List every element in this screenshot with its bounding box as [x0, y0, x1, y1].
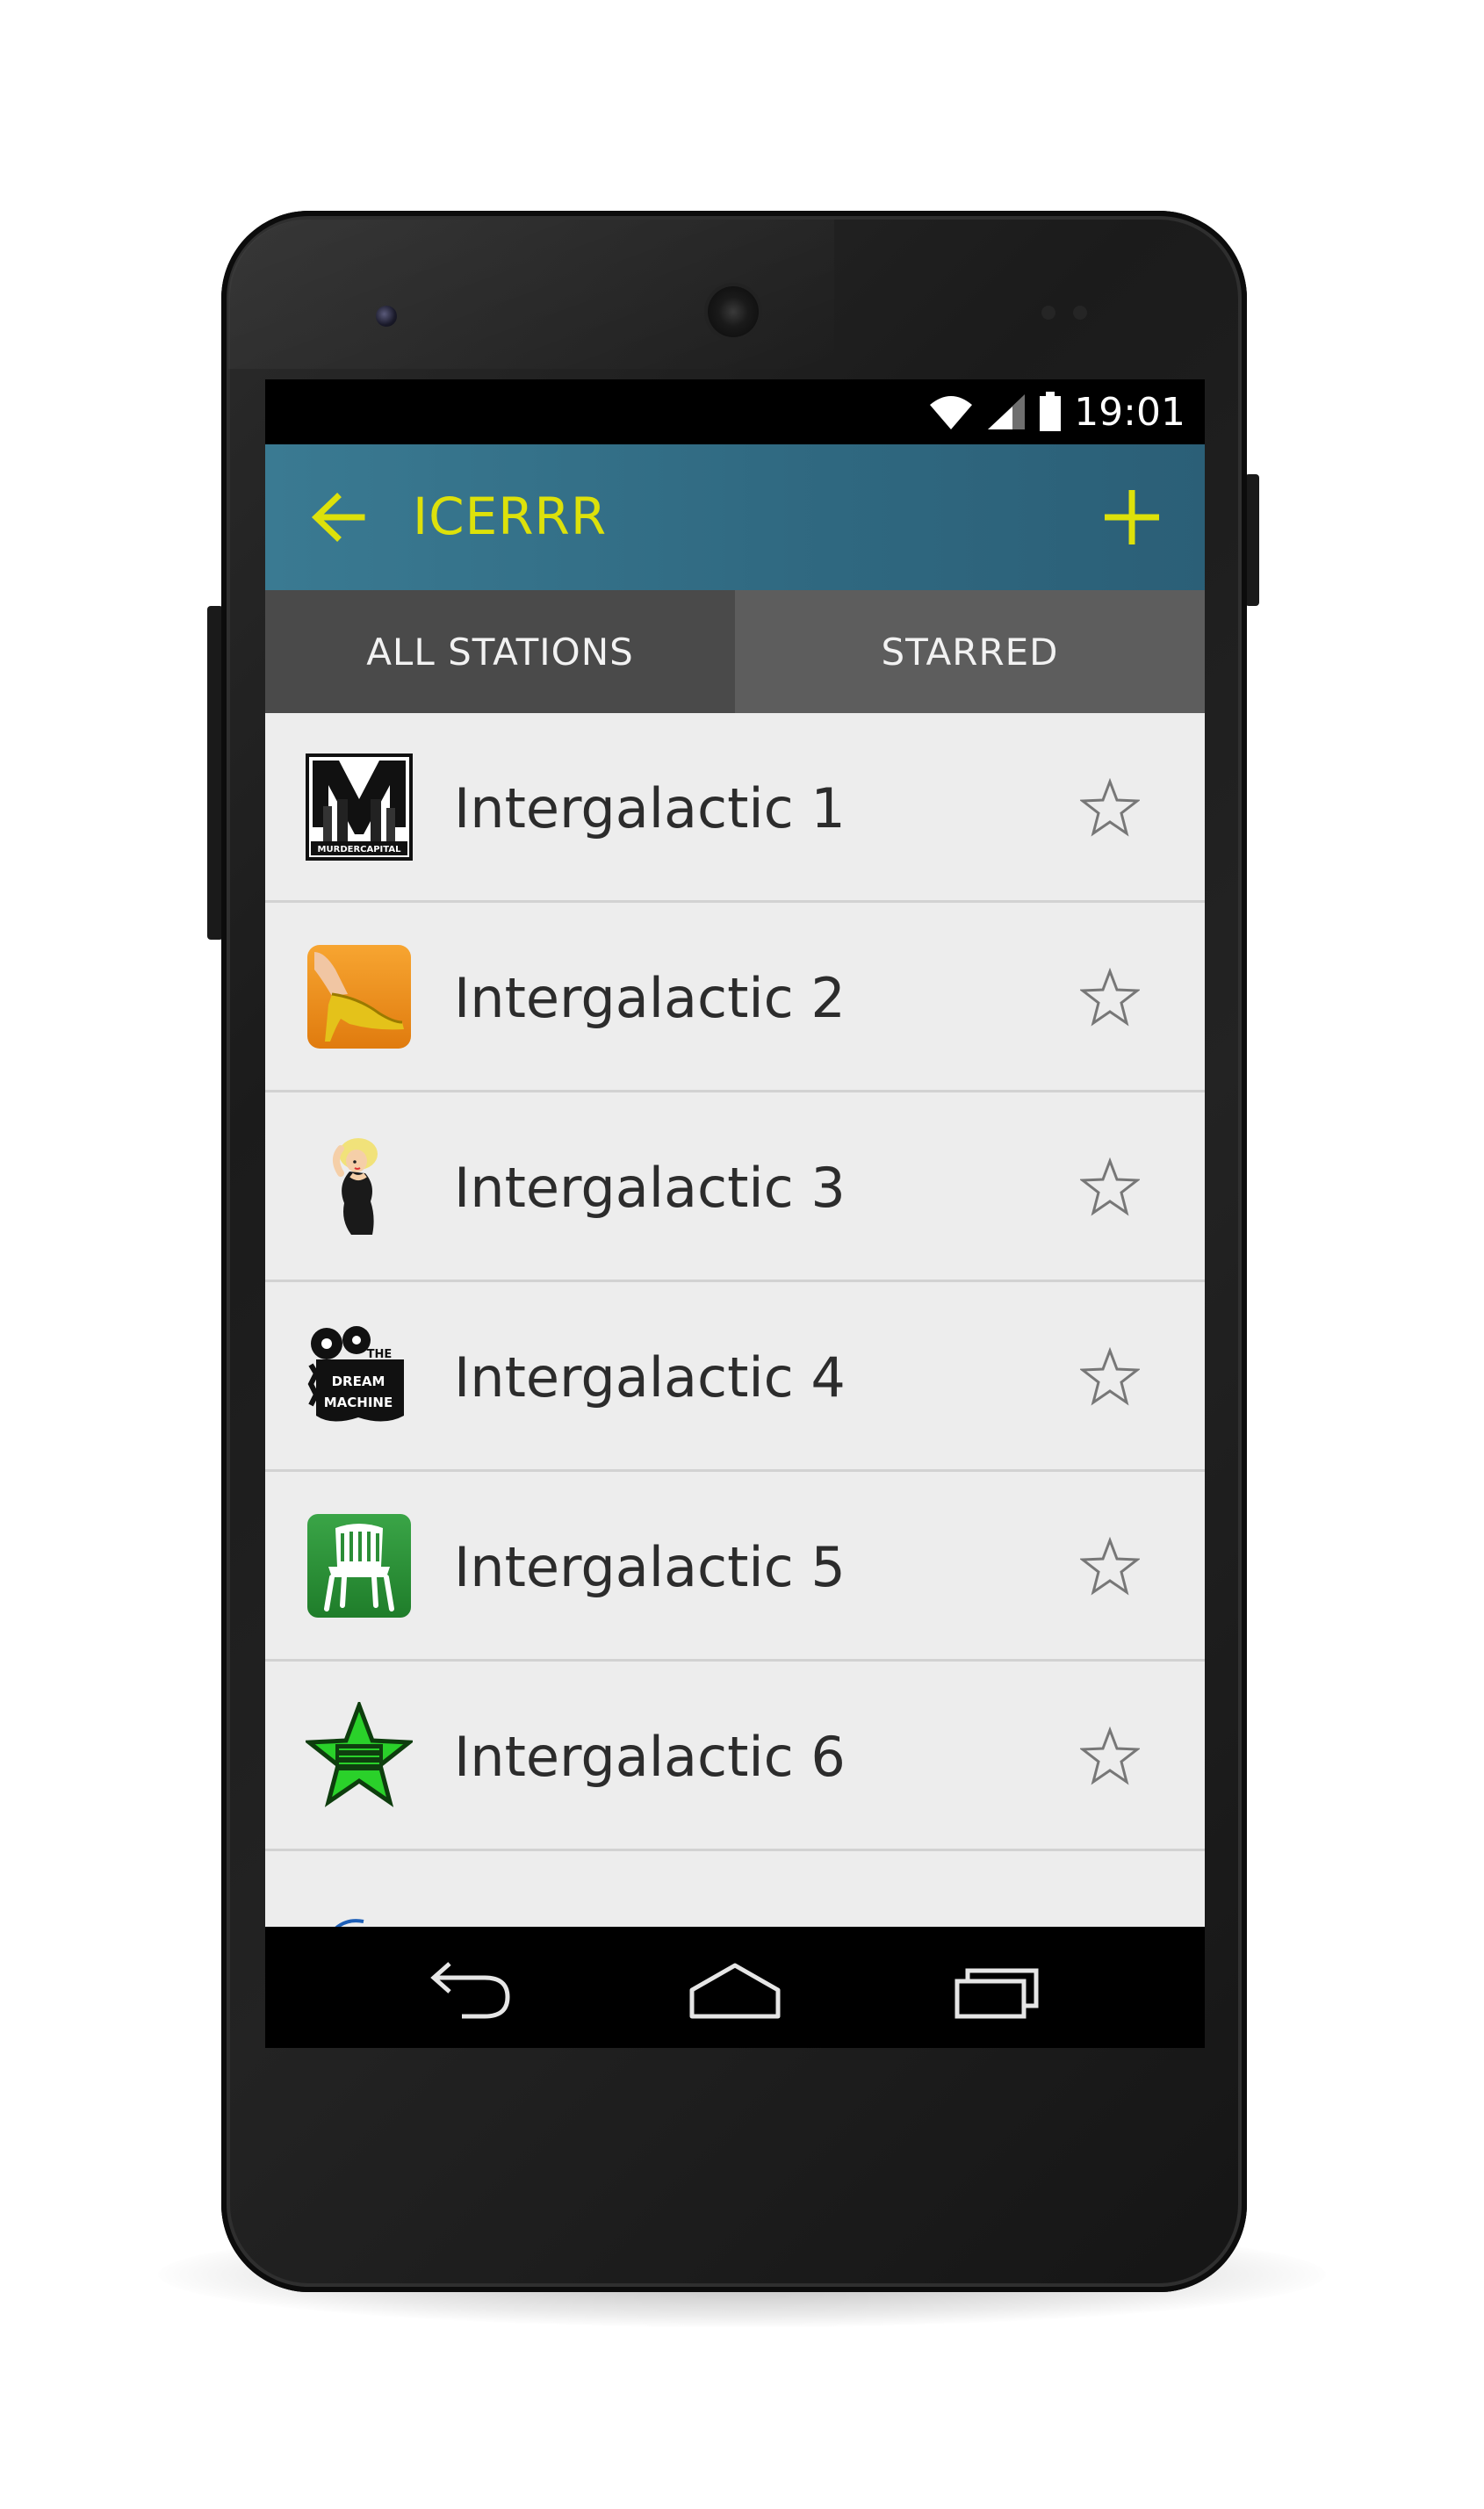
back-arrow-icon[interactable]: [309, 488, 367, 546]
battery-icon: [1040, 392, 1062, 431]
station-name: Intergalactic 6: [454, 1725, 846, 1789]
station-row[interactable]: Intergalactic 5: [265, 1472, 1205, 1662]
svg-text:THE: THE: [367, 1348, 393, 1361]
front-camera-icon: [376, 306, 397, 327]
green-star-radio-icon: [306, 1702, 413, 1807]
phone-screen: 19:01 ICERRR ALL STATIONS STARRED MURDER…: [265, 379, 1205, 2048]
wifi-icon: [930, 396, 973, 429]
station-row[interactable]: THE DREAM MACHINE Intergalactic 4: [265, 1282, 1205, 1472]
star-outline-icon[interactable]: [1080, 1157, 1140, 1217]
station-name: Intergalactic 1: [454, 776, 846, 840]
station-name: Intergalactic 3: [454, 1156, 846, 1220]
station-row[interactable]: Intergalactic 3: [265, 1092, 1205, 1282]
station-row-partial[interactable]: [265, 1851, 1205, 1927]
tab-all-stations[interactable]: ALL STATIONS: [265, 590, 735, 713]
tab-bar: ALL STATIONS STARRED: [265, 590, 1205, 713]
proximity-sensor: [1041, 306, 1055, 320]
app-title: ICERRR: [413, 487, 608, 546]
plastic-chair-icon: [307, 1514, 411, 1618]
station-list: MURDERCAPITAL Intergalactic 1 Intergalac…: [265, 713, 1205, 1927]
high-heel-shoe-icon: [307, 945, 411, 1049]
station-row[interactable]: MURDERCAPITAL Intergalactic 1: [265, 713, 1205, 903]
nav-back-icon[interactable]: [423, 1953, 520, 2023]
signal-icon: [988, 394, 1026, 429]
power-button: [1245, 474, 1259, 606]
station-name: Intergalactic 2: [454, 966, 846, 1030]
nav-recents-icon[interactable]: [950, 1953, 1047, 2023]
star-outline-icon[interactable]: [1080, 778, 1140, 838]
star-outline-icon[interactable]: [1080, 1727, 1140, 1786]
status-time: 19:01: [1074, 389, 1185, 435]
svg-text:DREAM: DREAM: [332, 1373, 385, 1389]
status-bar: 19:01: [265, 379, 1205, 444]
station-row[interactable]: Intergalactic 2: [265, 903, 1205, 1092]
navigation-bar: [265, 1927, 1205, 2048]
star-outline-icon[interactable]: [1080, 968, 1140, 1027]
action-bar: ICERRR: [265, 444, 1205, 590]
svg-text:MURDERCAPITAL: MURDERCAPITAL: [318, 845, 402, 854]
add-station-button[interactable]: [1101, 487, 1163, 548]
radio-logo-icon: [335, 1919, 364, 1927]
dream-machine-logo-icon: THE DREAM MACHINE: [307, 1326, 404, 1422]
nav-home-icon[interactable]: [687, 1953, 783, 2023]
station-row[interactable]: Intergalactic 6: [265, 1662, 1205, 1851]
pinup-girl-icon: [333, 1138, 378, 1235]
svg-text:MACHINE: MACHINE: [324, 1395, 393, 1410]
light-sensor: [1073, 306, 1087, 320]
star-outline-icon[interactable]: [1080, 1537, 1140, 1597]
station-name: Intergalactic 5: [454, 1535, 846, 1599]
station-name: Intergalactic 4: [454, 1345, 846, 1410]
star-outline-icon[interactable]: [1080, 1347, 1140, 1407]
earpiece-speaker: [708, 286, 759, 337]
murdercapital-logo-icon: MURDERCAPITAL: [306, 753, 413, 861]
tab-starred[interactable]: STARRED: [735, 590, 1205, 713]
